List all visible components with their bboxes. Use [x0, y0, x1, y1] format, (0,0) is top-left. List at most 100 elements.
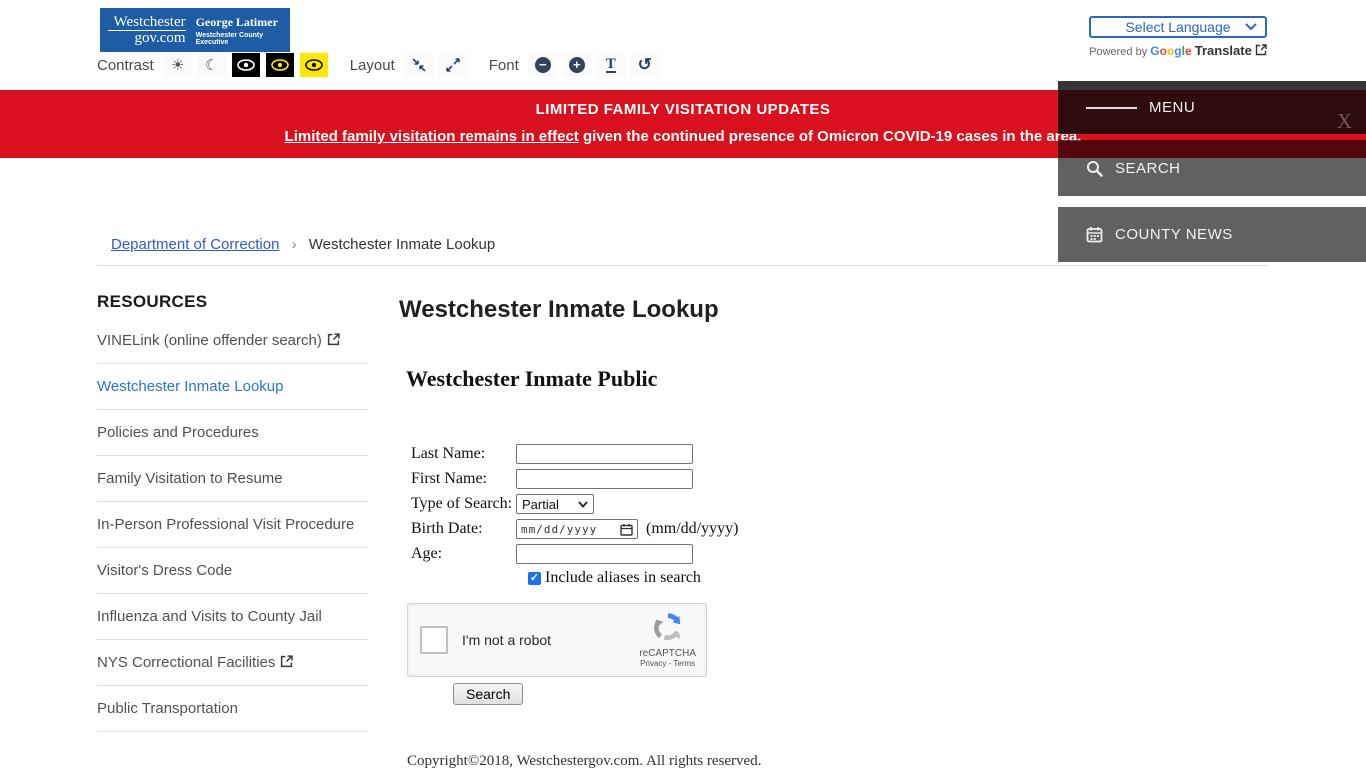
sidebar-item[interactable]: Influenza and Visits to County Jail [97, 594, 368, 640]
calendar-icon [620, 523, 633, 536]
alert-banner-message-rest: given the continued presence of Omicron … [578, 128, 1082, 145]
minus-circle-icon: − [534, 57, 551, 73]
google-letter: G [1150, 44, 1160, 58]
sidebar-item-label: Influenza and Visits to County Jail [97, 608, 322, 625]
menu-button[interactable]: MENU X [1058, 81, 1366, 134]
moon-icon: ☾ [204, 57, 219, 74]
sidebar-item[interactable]: NYS Correctional Facilities [97, 640, 368, 686]
contrast-label: Contrast [97, 56, 154, 74]
google-letter: e [1184, 44, 1192, 58]
accessibility-toolbar: Contrast ☀ ☾ Layout Font − + T ↺ [97, 52, 659, 78]
recaptcha-brand: reCAPTCHA Privacy - Terms [639, 612, 696, 668]
sidebar-item[interactable]: Visitor's Dress Code [97, 548, 368, 594]
sidebar-heading: RESOURCES [97, 292, 208, 311]
date-placeholder: mm/dd/yyyy [521, 522, 598, 536]
language-select[interactable]: Select Language [1089, 16, 1267, 38]
contrast-white-on-black-button[interactable] [231, 53, 260, 77]
menu-label: MENU [1149, 99, 1196, 116]
first-name-input[interactable] [516, 469, 693, 489]
copyright-text: Copyright©2018, Westchestergov.com. All … [407, 753, 762, 769]
recaptcha-widget: I'm not a robot reCAPTCHA Privacy - Term… [407, 603, 707, 677]
include-aliases-checkbox[interactable]: ✓ [528, 571, 541, 585]
layout-label: Layout [349, 56, 395, 74]
county-executive-block: George Latimer Westchester County Execut… [186, 15, 290, 46]
language-select-value: Select Language [1125, 19, 1231, 35]
first-name-label: First Name: [411, 470, 487, 487]
contrast-black-on-yellow-button[interactable] [299, 53, 328, 77]
contrast-yellow-on-black-button[interactable] [265, 53, 294, 77]
include-aliases-label: Include aliases in search [545, 569, 701, 586]
chevron-down-icon [578, 500, 588, 508]
last-name-input[interactable] [516, 444, 693, 464]
last-name-label: Last Name: [411, 445, 486, 462]
sidebar-list: VINELink (online offender search) Westch… [97, 318, 368, 732]
translate-label: Translate [1194, 43, 1252, 58]
sidebar-item-label: Policies and Procedures [97, 424, 259, 441]
compress-arrows-icon [412, 58, 426, 72]
breadcrumb-parent-link[interactable]: Department of Correction [111, 236, 279, 253]
chevron-down-icon [1245, 23, 1257, 31]
font-decrease-button[interactable]: − [528, 53, 557, 77]
breadcrumb: Department of Correction › Westchester I… [97, 236, 1268, 253]
search-button[interactable]: SEARCH [1058, 140, 1366, 196]
google-letter: o [1159, 44, 1167, 58]
expand-arrows-icon [445, 58, 460, 72]
sidebar-item-label: In-Person Professional Visit Procedure [97, 516, 355, 533]
sidebar-item-label: Westchester Inmate Lookup [97, 378, 284, 395]
search-type-select[interactable]: Partial [516, 494, 594, 514]
content-container: Department of Correction › Westchester I… [97, 236, 1268, 770]
hamburger-icon [1086, 104, 1137, 112]
font-increase-button[interactable]: + [562, 53, 591, 77]
external-link-icon [281, 655, 294, 668]
recaptcha-logo-icon [653, 613, 681, 641]
sidebar-item-label: VINELink (online offender search) [97, 332, 322, 349]
external-link-icon [1255, 44, 1267, 56]
sidebar-item[interactable]: In-Person Professional Visit Procedure [97, 502, 368, 548]
recaptcha-label: I'm not a robot [462, 632, 552, 648]
resources-sidebar: RESOURCES VINELink (online offender sear… [97, 266, 368, 770]
layout-expand-button[interactable] [438, 53, 467, 77]
sidebar-item[interactable]: VINELink (online offender search) [97, 318, 368, 364]
form-search-button[interactable]: Search [453, 683, 524, 705]
search-label: SEARCH [1115, 159, 1181, 177]
sidebar-item-label: Family Visitation to Resume [97, 470, 283, 487]
search-icon [1086, 160, 1103, 177]
date-format-hint: (mm/dd/yyyy) [646, 520, 739, 537]
text-underline-icon: T [605, 56, 616, 73]
google-letter: g [1174, 44, 1182, 58]
sidebar-item[interactable]: Westchester Inmate Lookup [97, 364, 368, 410]
contrast-default-button[interactable]: ☀ [163, 53, 192, 77]
sun-icon: ☀ [170, 57, 185, 74]
birth-date-input[interactable]: mm/dd/yyyy [516, 519, 638, 539]
font-default-button[interactable]: T [596, 53, 625, 77]
logo-wordmark: Westchester gov.com [100, 15, 186, 45]
visitation-update-link[interactable]: Limited family visitation remains in eff… [285, 128, 579, 145]
eye-icon [304, 59, 323, 71]
breadcrumb-separator: › [291, 236, 297, 253]
font-label: Font [488, 56, 519, 74]
sidebar-item[interactable]: Family Visitation to Resume [97, 456, 368, 502]
executive-title: Westchester County Executive [195, 31, 264, 46]
contrast-night-button[interactable]: ☾ [197, 53, 226, 77]
layout-compress-button[interactable] [404, 53, 433, 77]
recaptcha-privacy-terms[interactable]: Privacy - Terms [639, 659, 696, 668]
search-type-label: Type of Search: [411, 495, 513, 512]
recaptcha-checkbox[interactable] [420, 626, 448, 654]
sidebar-item-label: Visitor's Dress Code [97, 562, 233, 579]
eye-icon [236, 59, 255, 71]
age-label: Age: [411, 545, 443, 562]
sidebar-item[interactable]: Public Transportation [97, 686, 368, 732]
google-translate-attribution[interactable]: Powered by Google Translate [1089, 43, 1267, 58]
sidebar-item-label: NYS Correctional Facilities [97, 654, 276, 671]
font-reset-button[interactable]: ↺ [630, 53, 659, 77]
banner-close-button[interactable]: X [1337, 109, 1352, 134]
sidebar-item[interactable]: Policies and Procedures [97, 410, 368, 456]
age-input[interactable] [516, 544, 693, 564]
breadcrumb-current: Westchester Inmate Lookup [308, 236, 496, 253]
plus-circle-icon: + [568, 57, 585, 73]
westchestergov-logo[interactable]: Westchester gov.com George Latimer Westc… [100, 8, 290, 52]
external-link-icon [327, 333, 340, 346]
page-title: Westchester Inmate Lookup [399, 296, 719, 323]
executive-name: George Latimer [195, 14, 278, 29]
powered-by-label: Powered by [1089, 46, 1148, 58]
